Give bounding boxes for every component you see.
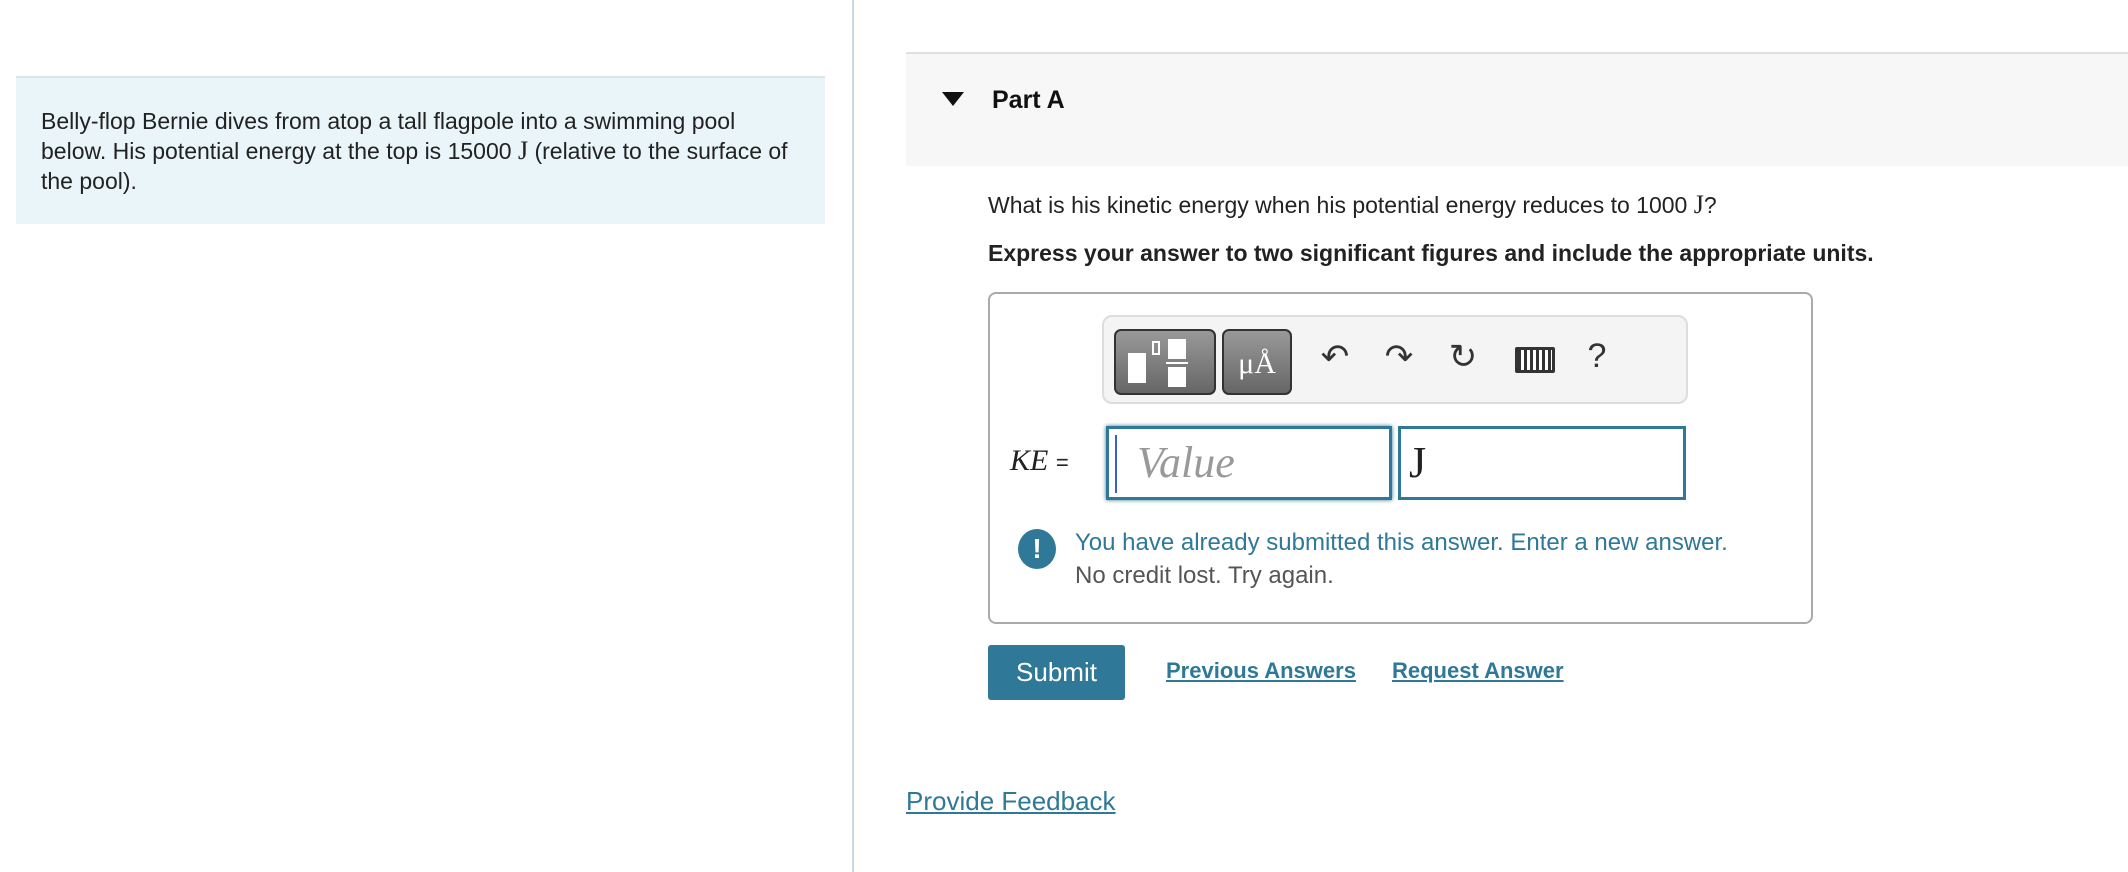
- units-button[interactable]: μÅ: [1222, 329, 1292, 395]
- panel-divider: [852, 0, 854, 872]
- help-button[interactable]: ?: [1572, 337, 1622, 376]
- question-text: What is his kinetic energy when his pote…: [988, 190, 1717, 220]
- ke-label: KE: [1010, 444, 1049, 477]
- part-title: Part A: [992, 86, 1065, 114]
- request-answer-link[interactable]: Request Answer: [1392, 658, 1564, 684]
- question-body: What is his kinetic energy when his pote…: [988, 192, 1694, 218]
- question-unit: J: [1693, 190, 1704, 219]
- question-end: ?: [1703, 192, 1717, 218]
- exclamation-icon: !: [1018, 529, 1056, 569]
- keyboard-icon[interactable]: [1510, 347, 1560, 373]
- redo-icon[interactable]: ↷: [1374, 337, 1424, 377]
- collapse-triangle-icon[interactable]: [942, 92, 964, 106]
- part-header[interactable]: Part A: [906, 52, 2128, 166]
- unit-input[interactable]: J: [1398, 426, 1686, 500]
- equals-sign: =: [1055, 450, 1069, 475]
- fraction-template-icon[interactable]: [1114, 329, 1216, 395]
- answer-label: KE =: [1010, 444, 1069, 478]
- math-toolbar: μÅ ↶ ↷ ↻ ?: [1102, 315, 1688, 404]
- reset-icon[interactable]: ↻: [1438, 337, 1488, 377]
- feedback-message: You have already submitted this answer. …: [1075, 529, 1728, 556]
- value-input[interactable]: Value: [1106, 426, 1392, 500]
- problem-intro: Belly-flop Bernie dives from atop a tall…: [16, 76, 825, 224]
- undo-icon[interactable]: ↶: [1310, 337, 1360, 377]
- previous-answers-link[interactable]: Previous Answers: [1166, 658, 1356, 684]
- provide-feedback-link[interactable]: Provide Feedback: [906, 786, 1116, 817]
- intro-unit: J: [517, 136, 529, 165]
- submit-button[interactable]: Submit: [988, 645, 1125, 700]
- feedback-submessage: No credit lost. Try again.: [1075, 562, 1334, 589]
- instruction-text: Express your answer to two significant f…: [988, 240, 1874, 266]
